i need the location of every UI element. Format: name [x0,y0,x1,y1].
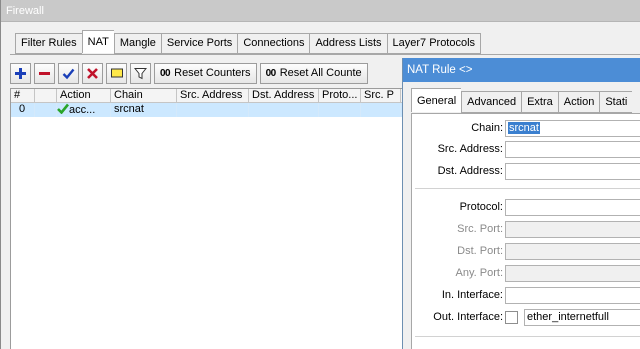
tab-nat[interactable]: NAT [81,30,114,53]
divider [415,188,640,189]
row-protocol [319,103,361,117]
column-protocol[interactable]: Proto... [319,89,361,102]
column-chain[interactable]: Chain [111,89,177,102]
accept-check-icon [57,103,70,115]
src-port-label: Src. Port: [457,223,503,235]
firewall-tabs: Filter Rules NAT Mangle Service Ports Co… [15,30,482,54]
nat-toolbar: 00 Reset Counters 00 Reset All Counte [10,62,368,84]
dst-port-label: Dst. Port: [457,245,503,257]
table-header: # Action Chain Src. Address Dst. Address… [11,89,409,103]
nat-rule-dialog: NAT Rule <> Chain: srcnat Src. Address: … [402,58,640,349]
row-chain: srcnat [111,103,177,117]
dst-address-label: Dst. Address: [437,165,503,177]
plus-icon [15,67,26,79]
disable-button[interactable] [82,62,103,84]
row-action: acc... [57,103,111,117]
out-interface-label: Out. Interface: [433,311,503,323]
column-src-address[interactable]: Src. Address [177,89,249,102]
column-src-port[interactable]: Src. P [361,89,401,102]
tab-layer7-protocols[interactable]: Layer7 Protocols [386,33,482,54]
dialog-general-panel: Chain: srcnat Src. Address: Dst. Address… [411,113,640,349]
any-port-row: Any. Port: [412,264,640,284]
note-icon [110,68,123,77]
src-address-field[interactable] [505,141,640,158]
row-action-text: acc... [69,104,96,116]
src-address-row: Src. Address: [412,140,640,160]
tab-general[interactable]: General [411,88,462,112]
nat-rules-table: # Action Chain Src. Address Dst. Address… [10,88,410,349]
chain-row: Chain: srcnat [412,119,640,139]
tab-extra[interactable]: Extra [521,91,558,113]
column-flags[interactable] [35,89,57,102]
out-interface-field[interactable]: ether_internetfull [524,309,640,326]
reset-counters-label: Reset Counters [174,67,251,79]
dst-port-row: Dst. Port: [412,242,640,262]
remove-button[interactable] [34,62,55,84]
minus-icon [39,71,50,75]
reset-all-counters-button[interactable]: 00 Reset All Counte [259,62,368,84]
counter-icon: 00 [160,67,171,79]
dst-address-field[interactable] [505,163,640,180]
chain-value: srcnat [508,122,540,134]
counter-icon: 00 [265,67,277,79]
src-port-field[interactable] [505,221,640,238]
tab-mangle[interactable]: Mangle [113,33,161,54]
reset-all-counters-label: Reset All Counte [279,67,362,79]
tab-statistics[interactable]: Stati [599,91,633,113]
dialog-tabs: General Advanced Extra Action Stati [411,88,633,113]
chain-field[interactable]: srcnat [505,120,640,137]
src-address-label: Src. Address: [437,143,503,155]
firewall-title: Firewall [1,0,640,22]
row-src-port [361,103,401,117]
column-action[interactable]: Action [57,89,111,102]
filter-icon [134,67,147,79]
out-interface-invert-checkbox[interactable] [505,311,518,324]
comment-button[interactable] [106,62,127,84]
column-number[interactable]: # [11,89,35,102]
protocol-label: Protocol: [459,201,503,213]
dialog-title[interactable]: NAT Rule <> [403,58,640,82]
enable-button[interactable] [58,62,79,84]
column-dst-address[interactable]: Dst. Address [249,89,319,102]
dst-port-field[interactable] [505,243,640,260]
protocol-field[interactable] [505,199,640,216]
table-row[interactable]: 0 acc... srcnat [11,103,409,117]
tab-service-ports[interactable]: Service Ports [160,33,238,54]
any-port-label: Any. Port: [455,267,503,279]
src-port-row: Src. Port: [412,220,640,240]
row-flags [35,103,57,117]
in-interface-label: In. Interface: [441,289,503,301]
protocol-row: Protocol: [412,198,640,218]
in-interface-field[interactable] [505,287,640,304]
row-number: 0 [11,103,35,117]
in-interface-row: In. Interface: [412,286,640,306]
tab-connections[interactable]: Connections [237,33,310,54]
filter-button[interactable] [130,62,151,84]
any-port-field[interactable] [505,265,640,282]
tab-filter-rules[interactable]: Filter Rules [15,33,82,54]
tab-advanced[interactable]: Advanced [461,91,522,113]
add-button[interactable] [10,62,31,84]
tab-address-lists[interactable]: Address Lists [309,33,387,54]
dst-address-row: Dst. Address: [412,162,640,182]
out-interface-row: Out. Interface: ether_internetfull [412,308,640,328]
x-icon [87,67,98,79]
chain-label: Chain: [471,122,503,134]
row-dst-address [249,103,319,117]
tab-action[interactable]: Action [557,91,600,113]
checkmark-icon [62,68,75,79]
row-src-address [177,103,249,117]
reset-counters-button[interactable]: 00 Reset Counters [154,62,257,84]
divider [415,336,640,337]
